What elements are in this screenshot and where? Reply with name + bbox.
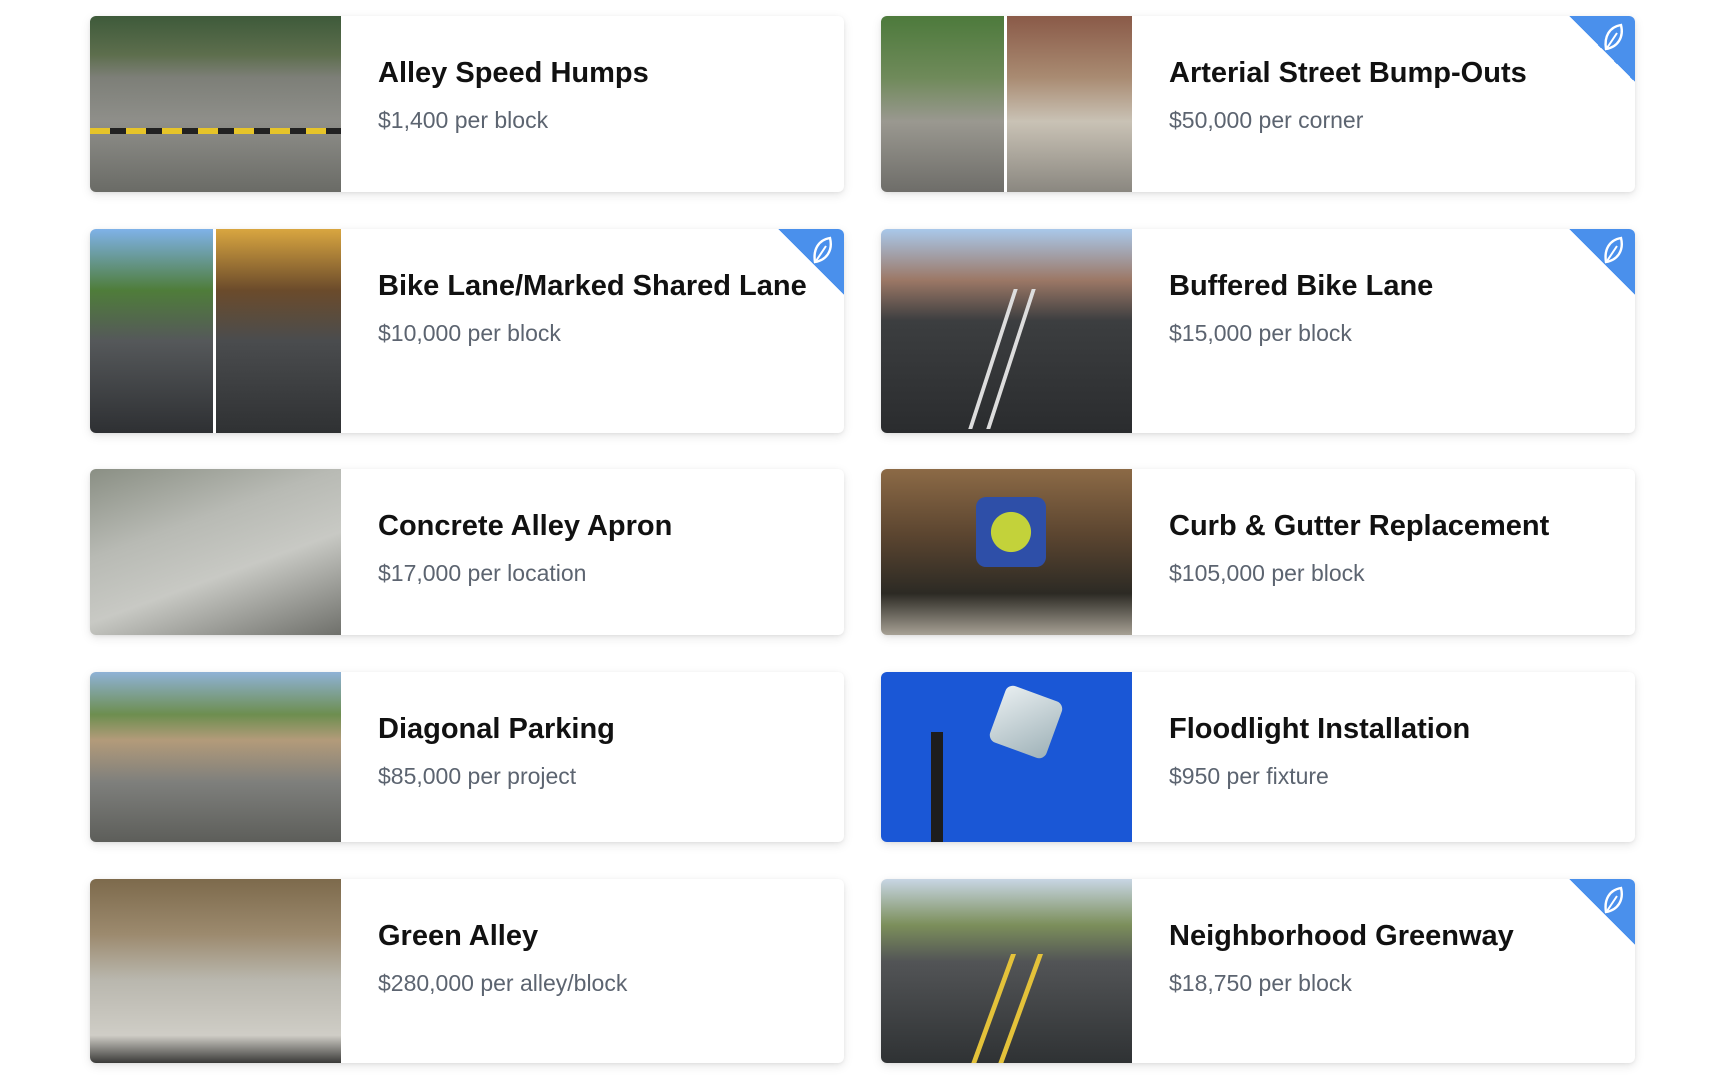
project-card-neighborhood-greenway[interactable]: Neighborhood Greenway $18,750 per block — [881, 879, 1635, 1063]
leaf-icon — [1604, 886, 1623, 914]
project-card-alley-speed-humps[interactable]: Alley Speed Humps $1,400 per block — [90, 16, 844, 192]
project-price: $10,000 per block — [378, 320, 561, 346]
project-title: Buffered Bike Lane — [1169, 270, 1434, 302]
project-title: Diagonal Parking — [378, 713, 615, 745]
project-photo — [90, 879, 341, 1063]
project-price: $85,000 per project — [378, 763, 577, 789]
project-photo — [881, 879, 1132, 1063]
project-title: Green Alley — [378, 920, 539, 952]
project-price: $50,000 per corner — [1169, 107, 1364, 133]
project-photo — [90, 469, 341, 635]
project-card-bike-lane[interactable]: Bike Lane/Marked Shared Lane $10,000 per… — [90, 229, 844, 433]
project-photo — [881, 229, 1132, 433]
project-price: $105,000 per block — [1169, 560, 1365, 586]
project-title: Concrete Alley Apron — [378, 510, 673, 542]
project-card-buffered-bike-lane[interactable]: Buffered Bike Lane $15,000 per block — [881, 229, 1635, 433]
project-price: $17,000 per location — [378, 560, 587, 586]
project-price: $15,000 per block — [1169, 320, 1352, 346]
project-price: $950 per fixture — [1169, 763, 1329, 789]
project-title: Arterial Street Bump-Outs — [1169, 57, 1527, 89]
sustainability-badge — [1569, 229, 1635, 295]
project-card-arterial-street-bump-outs[interactable]: Arterial Street Bump-Outs $50,000 per co… — [881, 16, 1635, 192]
project-card-curb-gutter-replacement[interactable]: Curb & Gutter Replacement $105,000 per b… — [881, 469, 1635, 635]
project-photo — [90, 16, 341, 192]
project-photo — [881, 16, 1132, 192]
sustainability-badge — [1569, 16, 1635, 82]
project-price: $1,400 per block — [378, 107, 549, 133]
project-photo — [881, 672, 1132, 842]
project-photo — [90, 229, 341, 433]
project-card-floodlight-installation[interactable]: Floodlight Installation $950 per fixture — [881, 672, 1635, 842]
project-card-grid: Alley Speed Humps $1,400 per block Arter… — [90, 16, 1635, 1063]
leaf-icon — [1604, 236, 1623, 264]
leaf-icon — [1604, 23, 1623, 51]
project-photo — [881, 469, 1132, 635]
project-price: $280,000 per alley/block — [378, 970, 628, 996]
sustainability-badge — [778, 229, 844, 295]
project-photo — [90, 672, 341, 842]
project-title: Curb & Gutter Replacement — [1169, 510, 1550, 542]
project-price: $18,750 per block — [1169, 970, 1352, 996]
sustainability-badge — [1569, 879, 1635, 945]
project-title: Bike Lane/Marked Shared Lane — [378, 270, 807, 302]
project-title: Neighborhood Greenway — [1169, 920, 1514, 952]
project-card-concrete-alley-apron[interactable]: Concrete Alley Apron $17,000 per locatio… — [90, 469, 844, 635]
project-card-diagonal-parking[interactable]: Diagonal Parking $85,000 per project — [90, 672, 844, 842]
project-card-green-alley[interactable]: Green Alley $280,000 per alley/block — [90, 879, 844, 1063]
project-title: Floodlight Installation — [1169, 713, 1471, 745]
project-title: Alley Speed Humps — [378, 57, 649, 89]
leaf-icon — [813, 236, 832, 264]
